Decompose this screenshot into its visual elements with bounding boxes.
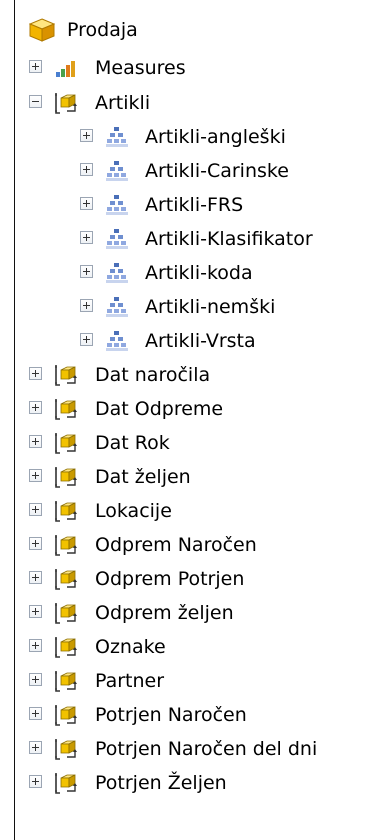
expand-icon[interactable] <box>80 299 93 312</box>
dimension-icon <box>53 771 79 795</box>
tree-node-dimension[interactable]: Odprem željen <box>0 596 379 630</box>
tree-node-hierarchy[interactable]: Artikli-nemški <box>0 290 379 324</box>
tree-node-label: Artikli-FRS <box>145 194 244 216</box>
tree-node-label: Dat Odpreme <box>95 398 224 420</box>
tree-node-dimension[interactable]: Odprem Potrjen <box>0 562 379 596</box>
tree-node-dimension[interactable]: Dat željen <box>0 460 379 494</box>
tree-node-label: Potrjen Željen <box>95 772 227 794</box>
tree-node-label: Lokacije <box>95 500 172 522</box>
tree-node-hierarchy[interactable]: Artikli-Klasifikator <box>0 222 379 256</box>
tree-node-label: Artikli-koda <box>145 262 253 284</box>
dimension-icon <box>53 431 79 455</box>
tree-node-measures[interactable]: Measures <box>0 51 379 85</box>
tree-node-label: Partner <box>95 670 165 692</box>
hierarchy-icon <box>104 329 130 353</box>
tree-node-label: Prodaja <box>67 19 138 41</box>
tree-node-label: Potrjen Naročen del dni <box>95 738 318 760</box>
measures-icon <box>53 56 79 80</box>
expand-icon[interactable] <box>29 639 42 652</box>
tree-node-hierarchy[interactable]: Artikli-angleški <box>0 120 379 154</box>
expand-icon[interactable] <box>29 707 42 720</box>
tree-node-label: Odprem Potrjen <box>95 568 245 590</box>
hierarchy-icon <box>104 261 130 285</box>
tree-node-hierarchy[interactable]: Artikli-FRS <box>0 188 379 222</box>
tree-node-dimension[interactable]: Partner <box>0 664 379 698</box>
tree-node-label: Dat željen <box>95 466 191 488</box>
expand-icon[interactable] <box>80 129 93 142</box>
collapse-icon[interactable] <box>29 95 42 108</box>
expand-icon[interactable] <box>80 333 93 346</box>
dimension-icon <box>53 465 79 489</box>
tree-node-dimension[interactable]: Dat Rok <box>0 426 379 460</box>
dimension-icon <box>53 737 79 761</box>
dimension-icon <box>53 397 79 421</box>
expand-icon[interactable] <box>80 231 93 244</box>
tree-node-label: Odprem Naročen <box>95 534 257 556</box>
hierarchy-icon <box>104 295 130 319</box>
dimension-icon <box>53 363 79 387</box>
tree-node-dimension[interactable]: Dat Odpreme <box>0 392 379 426</box>
hierarchy-icon <box>104 193 130 217</box>
expand-icon[interactable] <box>29 367 42 380</box>
tree-node-hierarchy[interactable]: Artikli-Vrsta <box>0 324 379 358</box>
expand-icon[interactable] <box>29 741 42 754</box>
tree-node-dimension[interactable]: Dat naročila <box>0 358 379 392</box>
dimension-icon <box>53 669 79 693</box>
dimension-icon <box>53 91 79 115</box>
tree-node-label: Artikli-angleški <box>145 126 286 148</box>
tree-node-dimension[interactable]: Potrjen Željen <box>0 766 379 800</box>
tree-node-label: Artikli-Klasifikator <box>145 228 313 250</box>
expand-icon[interactable] <box>29 401 42 414</box>
cube-icon <box>29 18 55 42</box>
tree-node-label: Dat naročila <box>95 364 211 386</box>
tree-node-hierarchy[interactable]: Artikli-Carinske <box>0 154 379 188</box>
tree-node-label: Artikli-Carinske <box>145 160 289 182</box>
expand-icon[interactable] <box>80 265 93 278</box>
tree-node-hierarchy[interactable]: Artikli-koda <box>0 256 379 290</box>
expand-icon[interactable] <box>29 571 42 584</box>
tree-node-label: Odprem željen <box>95 602 234 624</box>
expand-icon[interactable] <box>29 605 42 618</box>
expand-icon[interactable] <box>80 163 93 176</box>
tree-node-label: Artikli-Vrsta <box>145 330 256 352</box>
tree-node-label: Measures <box>95 57 186 79</box>
expand-icon[interactable] <box>29 775 42 788</box>
expand-icon[interactable] <box>29 469 42 482</box>
dimension-icon <box>53 601 79 625</box>
metadata-tree: Prodaja Measures Artikli Artikli-anglešk… <box>0 0 379 840</box>
tree-node-label: Potrjen Naročen <box>95 704 247 726</box>
tree-node-label: Artikli <box>95 92 151 114</box>
tree-node-prodaja[interactable]: Prodaja <box>0 13 379 47</box>
tree-node-label: Oznake <box>95 636 166 658</box>
tree-node-dimension[interactable]: Potrjen Naročen del dni <box>0 732 379 766</box>
hierarchy-icon <box>104 159 130 183</box>
expand-icon[interactable] <box>29 435 42 448</box>
expand-icon[interactable] <box>29 537 42 550</box>
hierarchy-icon <box>104 125 130 149</box>
tree-node-artikli[interactable]: Artikli <box>0 86 379 120</box>
dimension-icon <box>53 499 79 523</box>
tree-node-dimension[interactable]: Potrjen Naročen <box>0 698 379 732</box>
tree-node-label: Dat Rok <box>95 432 170 454</box>
expand-icon[interactable] <box>29 673 42 686</box>
expand-icon[interactable] <box>29 503 42 516</box>
expand-icon[interactable] <box>29 60 42 73</box>
tree-node-dimension[interactable]: Oznake <box>0 630 379 664</box>
dimension-icon <box>53 635 79 659</box>
expand-icon[interactable] <box>80 197 93 210</box>
dimension-icon <box>53 567 79 591</box>
tree-node-dimension[interactable]: Lokacije <box>0 494 379 528</box>
tree-node-dimension[interactable]: Odprem Naročen <box>0 528 379 562</box>
tree-node-label: Artikli-nemški <box>145 296 276 318</box>
dimension-icon <box>53 533 79 557</box>
dimension-icon <box>53 703 79 727</box>
hierarchy-icon <box>104 227 130 251</box>
